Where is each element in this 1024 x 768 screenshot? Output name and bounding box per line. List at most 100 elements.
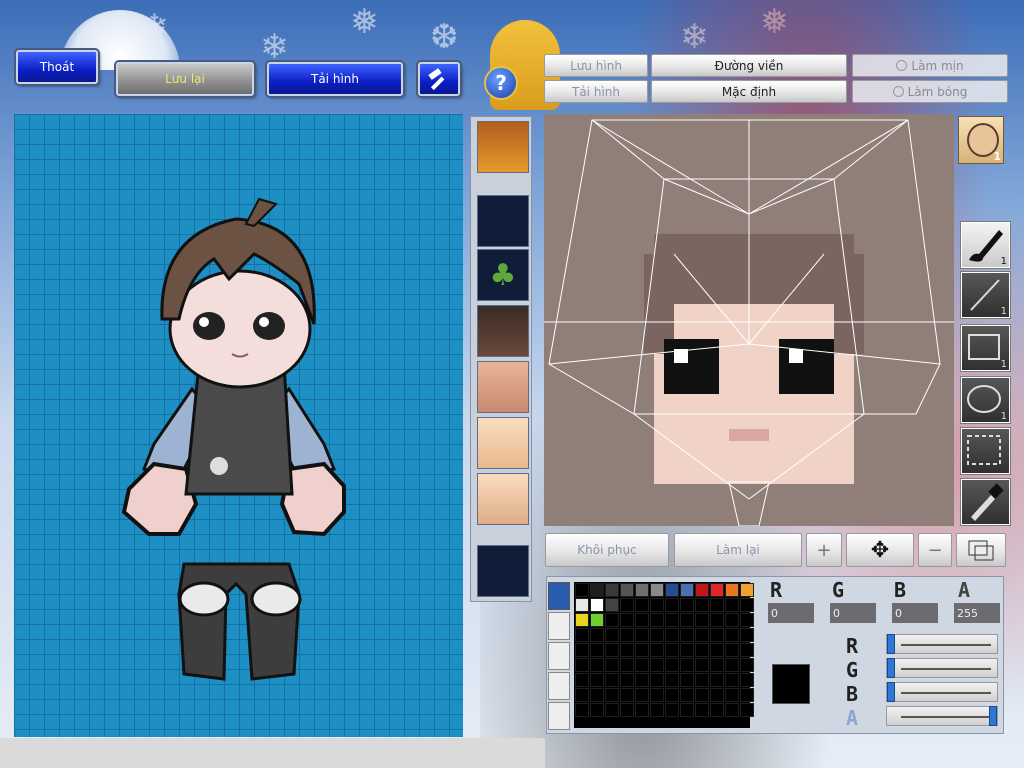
palette-swatch[interactable] bbox=[650, 703, 664, 717]
palette-swatch[interactable] bbox=[635, 703, 649, 717]
slider-knob[interactable] bbox=[989, 706, 997, 726]
palette-swatch[interactable] bbox=[635, 583, 649, 597]
move-button[interactable]: ✥ bbox=[846, 533, 914, 567]
palette-swatch[interactable] bbox=[710, 673, 724, 687]
palette-swatch[interactable] bbox=[605, 643, 619, 657]
redo-button[interactable]: Làm lại bbox=[674, 533, 802, 567]
palette-swatch[interactable] bbox=[740, 643, 754, 657]
palette-swatch[interactable] bbox=[665, 658, 679, 672]
palette-swatch[interactable] bbox=[590, 583, 604, 597]
r-value-field[interactable]: 0 bbox=[768, 603, 814, 623]
save-button[interactable]: Lưu lại bbox=[116, 62, 254, 96]
palette-swatch[interactable] bbox=[575, 703, 589, 717]
palette-swatch[interactable] bbox=[620, 703, 634, 717]
palette-swatch[interactable] bbox=[680, 688, 694, 702]
tab-outline[interactable]: Đường viền bbox=[651, 54, 847, 77]
palette-swatch[interactable] bbox=[695, 673, 709, 687]
palette-swatch[interactable] bbox=[590, 673, 604, 687]
palette-tab[interactable] bbox=[548, 672, 570, 700]
add-button[interactable]: + bbox=[806, 533, 842, 567]
hammer-button[interactable] bbox=[418, 62, 460, 96]
slot-face-mouth[interactable] bbox=[477, 473, 529, 525]
palette-swatch[interactable] bbox=[575, 583, 589, 597]
palette-swatch[interactable] bbox=[740, 583, 754, 597]
palette-swatch[interactable] bbox=[740, 613, 754, 627]
palette-swatch[interactable] bbox=[740, 598, 754, 612]
palette-swatch[interactable] bbox=[710, 628, 724, 642]
r-slider[interactable] bbox=[886, 634, 998, 654]
palette-swatch[interactable] bbox=[725, 628, 739, 642]
palette-swatch[interactable] bbox=[650, 643, 664, 657]
palette-swatch[interactable] bbox=[710, 613, 724, 627]
palette-swatch[interactable] bbox=[575, 673, 589, 687]
slot-face-eyes[interactable] bbox=[477, 361, 529, 413]
palette-swatch[interactable] bbox=[605, 583, 619, 597]
rectangle-tool[interactable]: 1 bbox=[960, 324, 1011, 372]
palette-swatch[interactable] bbox=[590, 628, 604, 642]
slider-knob[interactable] bbox=[887, 634, 895, 654]
palette-swatch[interactable] bbox=[710, 643, 724, 657]
palette-swatch[interactable] bbox=[620, 658, 634, 672]
eyedropper-tool[interactable] bbox=[960, 478, 1011, 526]
palette-swatch[interactable] bbox=[605, 628, 619, 642]
palette-swatch[interactable] bbox=[590, 643, 604, 657]
character-preview[interactable] bbox=[14, 114, 463, 737]
layer-button[interactable] bbox=[956, 533, 1006, 567]
palette-swatch[interactable] bbox=[635, 673, 649, 687]
palette-swatch[interactable] bbox=[680, 673, 694, 687]
tab-load-image[interactable]: Tải hình bbox=[544, 80, 648, 103]
slider-knob[interactable] bbox=[887, 658, 895, 678]
palette-swatch[interactable] bbox=[665, 673, 679, 687]
palette-swatch[interactable] bbox=[605, 673, 619, 687]
palette-swatch[interactable] bbox=[635, 643, 649, 657]
palette-swatch[interactable] bbox=[590, 613, 604, 627]
palette-swatch[interactable] bbox=[680, 613, 694, 627]
palette-swatch[interactable] bbox=[710, 688, 724, 702]
select-tool[interactable] bbox=[960, 427, 1011, 475]
palette-tab[interactable] bbox=[548, 582, 570, 610]
palette-swatch[interactable] bbox=[575, 643, 589, 657]
palette-swatch[interactable] bbox=[680, 643, 694, 657]
palette-swatch[interactable] bbox=[575, 628, 589, 642]
palette-swatch[interactable] bbox=[695, 643, 709, 657]
tab-smooth[interactable]: Làm mịn bbox=[852, 54, 1008, 77]
b-slider[interactable] bbox=[886, 682, 998, 702]
palette-swatch[interactable] bbox=[695, 658, 709, 672]
palette-swatch[interactable] bbox=[635, 628, 649, 642]
help-button[interactable]: ? bbox=[484, 66, 518, 100]
slot-armor[interactable] bbox=[477, 305, 529, 357]
palette-swatch[interactable] bbox=[590, 598, 604, 612]
minus-button[interactable]: − bbox=[918, 533, 952, 567]
palette-swatch[interactable] bbox=[665, 688, 679, 702]
palette-swatch[interactable] bbox=[695, 703, 709, 717]
slider-knob[interactable] bbox=[887, 682, 895, 702]
palette-swatch[interactable] bbox=[695, 598, 709, 612]
palette-swatch[interactable] bbox=[650, 598, 664, 612]
g-slider[interactable] bbox=[886, 658, 998, 678]
palette-swatch[interactable] bbox=[725, 688, 739, 702]
brush-tool[interactable]: 1 bbox=[960, 221, 1011, 269]
palette-swatch[interactable] bbox=[605, 703, 619, 717]
palette-swatch[interactable] bbox=[665, 703, 679, 717]
palette-swatch[interactable] bbox=[740, 673, 754, 687]
palette-swatch[interactable] bbox=[635, 613, 649, 627]
palette-swatch[interactable] bbox=[680, 703, 694, 717]
palette-swatch[interactable] bbox=[635, 688, 649, 702]
palette-swatch[interactable] bbox=[620, 628, 634, 642]
palette-swatch[interactable] bbox=[620, 643, 634, 657]
palette-swatch[interactable] bbox=[680, 598, 694, 612]
palette-swatch[interactable] bbox=[620, 673, 634, 687]
palette-swatch[interactable] bbox=[620, 613, 634, 627]
slot-body[interactable] bbox=[477, 417, 529, 469]
texture-editor[interactable] bbox=[544, 114, 954, 526]
color-palette[interactable] bbox=[574, 582, 754, 728]
palette-swatch[interactable] bbox=[725, 703, 739, 717]
palette-swatch[interactable] bbox=[620, 688, 634, 702]
ellipse-tool[interactable]: 1 bbox=[960, 376, 1011, 424]
palette-swatch[interactable] bbox=[740, 703, 754, 717]
palette-swatch[interactable] bbox=[605, 688, 619, 702]
slot-tree[interactable]: ♣ bbox=[477, 249, 529, 301]
palette-swatch[interactable] bbox=[665, 613, 679, 627]
face-badge[interactable]: 1 bbox=[958, 116, 1004, 164]
palette-swatch[interactable] bbox=[665, 583, 679, 597]
